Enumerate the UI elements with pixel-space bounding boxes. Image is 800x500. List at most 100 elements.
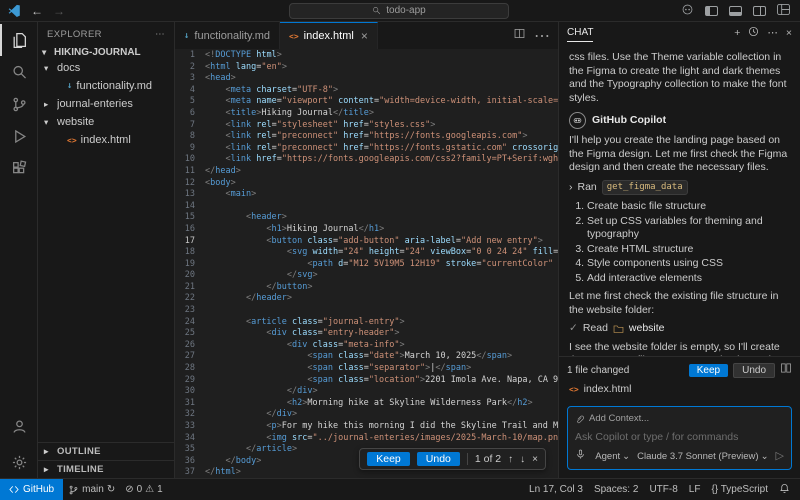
code-line-14[interactable]: 14 (175, 201, 558, 213)
changed-file-row[interactable]: <> index.html (567, 383, 792, 397)
add-context-button[interactable]: Add Context... (575, 412, 784, 426)
undo-button[interactable]: Undo (417, 452, 460, 466)
html-file-icon: <> (67, 136, 77, 145)
close-chat-icon[interactable]: × (786, 27, 792, 41)
line-number: 12 (175, 178, 205, 190)
code-line-1[interactable]: 1<!DOCTYPE html> (175, 50, 558, 62)
eol-sequence[interactable]: LF (689, 484, 701, 495)
code-line-27[interactable]: 27 <span class="date">March 10, 2025</sp… (175, 351, 558, 363)
toggle-panel-icon[interactable] (729, 6, 742, 16)
command-center-search[interactable]: todo-app (289, 3, 509, 19)
cursor-position[interactable]: Ln 17, Col 3 (529, 484, 583, 495)
view-diff-icon[interactable] (780, 362, 792, 379)
line-number: 16 (175, 224, 205, 236)
mode-selector[interactable]: Agent ⌄ (595, 450, 630, 464)
chat-more-actions-icon[interactable]: ⋯ (767, 27, 778, 41)
code-line-32[interactable]: 32 </div> (175, 409, 558, 421)
chat-history-icon[interactable] (748, 26, 759, 42)
code-line-15[interactable]: 15 <header> (175, 212, 558, 224)
code-line-7[interactable]: 7 <link rel="stylesheet" href="styles.cs… (175, 120, 558, 132)
model-selector[interactable]: Claude 3.7 Sonnet (Preview) ⌄ (637, 450, 768, 464)
code-line-3[interactable]: 3<head> (175, 73, 558, 85)
next-change-icon[interactable]: ↓ (520, 454, 525, 465)
tree-item-functionality.md[interactable]: ↓functionality.md (38, 77, 174, 95)
outline-label: OUTLINE (57, 446, 101, 457)
project-root-row[interactable]: ▾ HIKING-JOURNAL (38, 46, 174, 59)
search-activity-icon[interactable] (0, 56, 37, 88)
code-line-5[interactable]: 5 <meta name="viewport" content="width=d… (175, 96, 558, 108)
copilot-titlebar-icon[interactable] (681, 3, 694, 19)
editor-more-actions-icon[interactable]: ⋯ (534, 26, 550, 46)
code-line-20[interactable]: 20 </svg> (175, 270, 558, 282)
outline-section[interactable]: ▸ OUTLINE (38, 442, 174, 460)
toggle-primary-sidebar-icon[interactable] (705, 6, 718, 16)
code-line-17[interactable]: 17 <button class="add-button" aria-label… (175, 236, 558, 248)
code-line-30[interactable]: 30 </div> (175, 386, 558, 398)
code-line-22[interactable]: 22 </header> (175, 293, 558, 305)
code-line-2[interactable]: 2<html lang="en"> (175, 62, 558, 74)
code-line-6[interactable]: 6 <title>Hiking Journal</title> (175, 108, 558, 120)
remote-indicator[interactable]: GitHub (0, 479, 63, 500)
encoding[interactable]: UTF-8 (649, 484, 677, 495)
read-tool-row[interactable]: ✓ Read website (569, 322, 790, 336)
back-icon[interactable]: ← (31, 4, 43, 18)
run-debug-activity-icon[interactable] (0, 120, 37, 152)
code-line-13[interactable]: 13 <main> (175, 189, 558, 201)
tree-item-index.html[interactable]: <>index.html (38, 131, 174, 149)
line-number: 26 (175, 340, 205, 352)
code-line-33[interactable]: 33 <p>For my hike this morning I did the… (175, 421, 558, 433)
forward-icon[interactable]: → (53, 4, 65, 18)
code-line-11[interactable]: 11</head> (175, 166, 558, 178)
timeline-section[interactable]: ▸ TIMELINE (38, 460, 174, 478)
split-editor-icon[interactable] (513, 27, 526, 45)
previous-change-icon[interactable]: ↑ (508, 454, 513, 465)
close-tab-icon[interactable]: × (361, 29, 368, 43)
tree-item-journal-enteries[interactable]: ▸journal-enteries (38, 95, 174, 113)
code-line-26[interactable]: 26 <div class="meta-info"> (175, 340, 558, 352)
notifications-bell-icon[interactable] (779, 483, 790, 497)
code-line-8[interactable]: 8 <link rel="preconnect" href="https://f… (175, 131, 558, 143)
keep-all-button[interactable]: Keep (689, 364, 728, 377)
code-line-18[interactable]: 18 <svg width="24" height="24" viewBox="… (175, 247, 558, 259)
explorer-activity-icon[interactable] (0, 24, 37, 56)
undo-all-button[interactable]: Undo (733, 363, 775, 378)
language-mode[interactable]: {} TypeScript (711, 484, 768, 495)
code-line-24[interactable]: 24 <article class="journal-entry"> (175, 317, 558, 329)
code-line-10[interactable]: 10 <link href="https://fonts.googleapis.… (175, 154, 558, 166)
tool-call-row[interactable]: › Ran get_figma_data (569, 180, 790, 196)
send-icon[interactable]: ▷ (776, 450, 784, 464)
code-line-9[interactable]: 9 <link rel="preconnect" href="https://f… (175, 143, 558, 155)
indentation[interactable]: Spaces: 2 (594, 484, 638, 495)
microphone-icon[interactable] (575, 449, 586, 465)
code-line-21[interactable]: 21 </button> (175, 282, 558, 294)
tree-item-website[interactable]: ▾website (38, 113, 174, 131)
toggle-secondary-sidebar-icon[interactable] (753, 6, 766, 16)
code-line-4[interactable]: 4 <meta charset="UTF-8"> (175, 85, 558, 97)
close-review-icon[interactable]: × (532, 454, 538, 465)
tab-index.html[interactable]: <>index.html× (280, 22, 378, 49)
chat-input[interactable] (575, 431, 784, 443)
settings-gear-icon[interactable] (0, 446, 37, 478)
code-line-25[interactable]: 25 <div class="entry-header"> (175, 328, 558, 340)
explorer-more-actions-icon[interactable]: ⋯ (155, 29, 165, 40)
code-line-34[interactable]: 34 <img src="../journal-enteries/images/… (175, 433, 558, 445)
extensions-activity-icon[interactable] (0, 152, 37, 184)
code-line-19[interactable]: 19 <path d="M12 5V19M5 12H19" stroke="cu… (175, 259, 558, 271)
code-line-12[interactable]: 12<body> (175, 178, 558, 190)
code-line-23[interactable]: 23 (175, 305, 558, 317)
keep-button[interactable]: Keep (367, 452, 410, 466)
code-line-16[interactable]: 16 <h1>Hiking Journal</h1> (175, 224, 558, 236)
code-line-29[interactable]: 29 <span class="location">2201 Imola Ave… (175, 375, 558, 387)
new-chat-icon[interactable]: + (734, 27, 740, 41)
code-line-28[interactable]: 28 <span class="separator">|</span> (175, 363, 558, 375)
account-icon[interactable] (0, 410, 37, 442)
problems-indicator[interactable]: ⊘ 0 ⚠ 1 (120, 479, 167, 500)
branch-indicator[interactable]: main ↻ (63, 479, 120, 500)
tree-item-docs[interactable]: ▾docs (38, 59, 174, 77)
chevron-down-icon: ⌄ (761, 450, 769, 464)
tab-functionality.md[interactable]: ↓functionality.md (175, 22, 280, 49)
customize-layout-icon[interactable] (777, 4, 790, 18)
code-line-31[interactable]: 31 <h2>Morning hike at Skyline Wildernes… (175, 398, 558, 410)
chat-panel-title[interactable]: CHAT (567, 26, 593, 42)
source-control-activity-icon[interactable] (0, 88, 37, 120)
